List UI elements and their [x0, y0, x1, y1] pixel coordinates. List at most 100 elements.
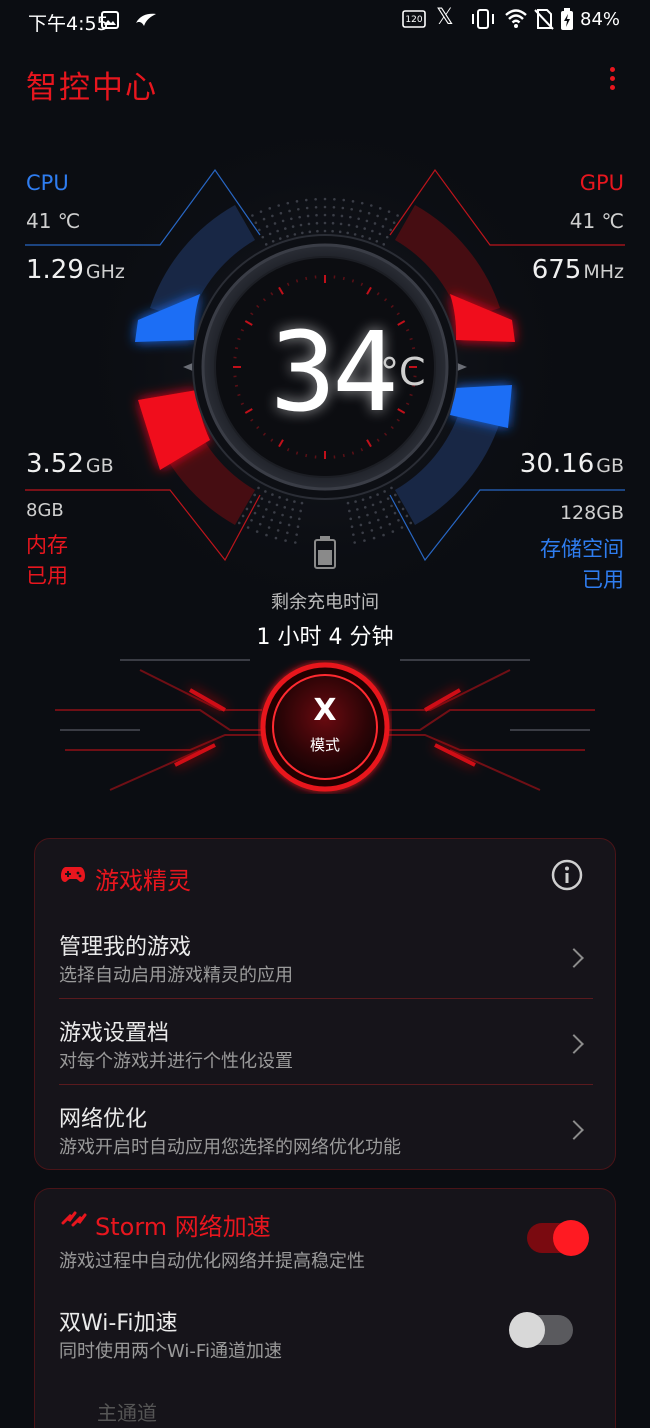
- decor-dot: [324, 214, 327, 217]
- decor-dot: [361, 531, 364, 534]
- decor-dot: [385, 515, 388, 518]
- decor-dot: [386, 236, 389, 239]
- toggle-knob: [509, 1312, 545, 1348]
- gpu-label: GPU: [580, 171, 624, 195]
- storm-toggle[interactable]: [527, 1223, 585, 1253]
- decor-dot: [373, 537, 376, 540]
- decor-dot: [279, 237, 282, 240]
- chevron-right-icon: [564, 948, 584, 968]
- decor-dot: [324, 230, 327, 233]
- dual-wifi-title: 双Wi-Fi加速: [59, 1305, 178, 1337]
- decor-dot: [261, 236, 264, 239]
- decor-dot: [296, 200, 299, 203]
- decor-dot: [361, 235, 364, 238]
- decor-dot: [286, 235, 289, 238]
- decor-dot: [388, 210, 391, 213]
- decor-dot: [348, 224, 351, 227]
- x-mode-button[interactable]: X: [258, 660, 392, 794]
- decor-dot: [353, 541, 356, 544]
- decor-dot: [393, 221, 396, 224]
- decor-dot: [372, 504, 375, 507]
- memory-total: 8GB: [26, 500, 64, 521]
- more-options-button[interactable]: [600, 64, 624, 94]
- decor-dot: [251, 214, 254, 217]
- chevron-right-icon: [564, 1034, 584, 1054]
- decor-dot: [402, 508, 405, 511]
- decor-dot: [250, 519, 253, 522]
- decor-dot: [271, 493, 274, 496]
- decor-dot: [390, 505, 393, 508]
- decor-dot: [314, 198, 317, 201]
- decor-dot: [246, 508, 249, 511]
- gauge-tick: [410, 339, 413, 340]
- gauge-tick: [306, 454, 307, 457]
- decor-dot: [288, 210, 291, 213]
- game-profiles-row[interactable]: 游戏设置档 对每个游戏并进行个性化设置: [35, 1001, 617, 1087]
- row-title: 网络优化: [59, 1101, 147, 1133]
- x-mode-label: 模式: [258, 734, 392, 755]
- info-icon[interactable]: [551, 859, 583, 891]
- decor-dot: [388, 523, 391, 526]
- decor-dot: [324, 222, 327, 225]
- divider: [59, 998, 593, 999]
- decor-dot: [361, 202, 364, 205]
- decor-dot: [265, 508, 268, 511]
- decor-dot: [382, 508, 385, 511]
- decor-dot: [291, 508, 294, 511]
- gpu-freq: 675MHz: [532, 255, 624, 285]
- decor-dot: [238, 522, 241, 525]
- x-mode-icon: X: [258, 693, 392, 728]
- decor-dot: [265, 534, 268, 537]
- decor-dot: [350, 208, 353, 211]
- decor-dot: [380, 526, 383, 529]
- decor-dot: [266, 225, 269, 228]
- gauge-tick: [297, 280, 298, 283]
- decor-dot: [269, 233, 272, 236]
- decor-dot: [299, 510, 302, 513]
- decor-dot: [357, 217, 360, 220]
- manage-games-row[interactable]: 管理我的游戏 选择自动启用游戏精灵的应用: [35, 915, 617, 1001]
- decor-dot: [339, 231, 342, 234]
- decor-dot: [368, 212, 371, 215]
- cpu-freq: 1.29GHz: [26, 255, 125, 285]
- decor-dot: [356, 508, 359, 511]
- decor-dot: [379, 207, 382, 210]
- storm-subtitle: 游戏过程中自动优化网络并提高稳定性: [59, 1247, 365, 1273]
- decor-dot: [368, 521, 371, 524]
- decor-dot: [364, 506, 367, 509]
- decor-dot: [271, 215, 274, 218]
- dual-wifi-toggle[interactable]: [515, 1315, 573, 1345]
- decor-dot: [265, 243, 268, 246]
- decor-dot: [253, 494, 256, 497]
- decor-dot: [356, 225, 359, 228]
- decor-dot: [309, 231, 312, 234]
- decor-dot: [279, 521, 282, 524]
- decor-dot: [382, 225, 385, 228]
- decor-dot: [332, 214, 335, 217]
- charge-time-value: 1 小时 4 分钟: [0, 619, 650, 651]
- wifi-icon: [504, 7, 528, 29]
- decor-dot: [300, 224, 303, 227]
- decor-dot: [333, 206, 336, 209]
- decor-dot: [354, 500, 357, 503]
- storm-title: Storm 网络加速: [95, 1207, 271, 1242]
- decor-dot: [385, 218, 388, 221]
- storage-used: 30.16GB: [520, 449, 624, 479]
- decor-dot: [376, 240, 379, 243]
- decor-dot: [397, 519, 400, 522]
- page-title: 智控中心: [26, 62, 158, 107]
- gauge-tick: [297, 452, 298, 455]
- decor-dot: [307, 215, 310, 218]
- network-optimization-row[interactable]: 网络优化 游戏开启时自动应用您选择的网络优化功能: [35, 1087, 617, 1171]
- gauge-tick: [235, 348, 238, 349]
- decor-dot: [298, 518, 301, 521]
- decor-dot: [306, 207, 309, 210]
- decor-dot: [376, 215, 379, 218]
- decor-dot: [362, 498, 365, 501]
- decor-dot: [286, 202, 289, 205]
- decor-dot: [315, 214, 318, 217]
- decor-dot: [363, 539, 366, 542]
- cpu-temp: 41 ℃: [26, 209, 80, 233]
- decor-dot: [305, 199, 308, 202]
- charge-time-label: 剩余充电时间: [0, 588, 650, 614]
